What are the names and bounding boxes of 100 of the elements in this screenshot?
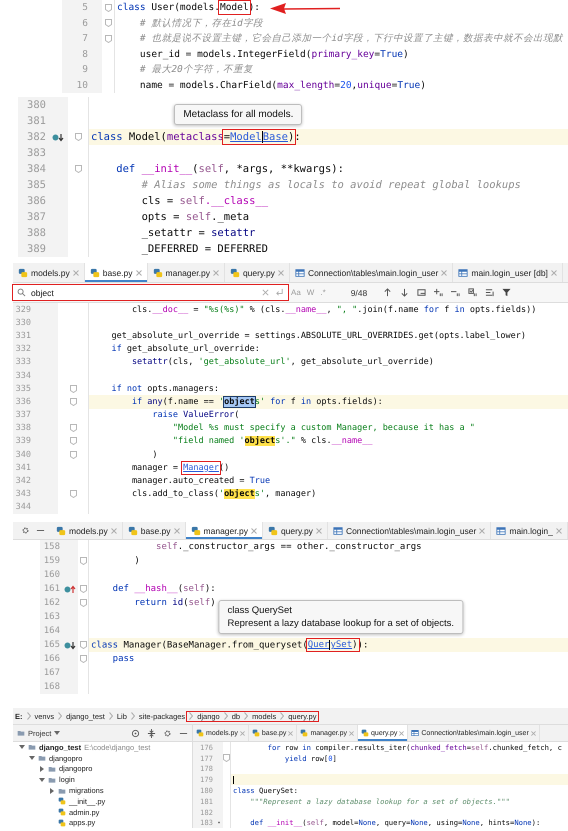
fold-icon[interactable] xyxy=(80,585,86,593)
search-field[interactable]: object xyxy=(31,288,256,298)
close-icon[interactable] xyxy=(174,528,180,534)
gear-icon[interactable] xyxy=(21,526,30,535)
collapsed-arrow-icon[interactable] xyxy=(39,766,45,772)
fold-icon[interactable] xyxy=(80,641,86,649)
fold-icon[interactable] xyxy=(70,490,76,498)
close-icon[interactable] xyxy=(479,528,486,534)
fold-icon[interactable] xyxy=(104,34,112,43)
file-tab[interactable]: Connection\tables\main.login_user xyxy=(328,522,492,539)
file-tab[interactable]: main.login_user [db] xyxy=(453,263,563,282)
close-icon[interactable] xyxy=(530,730,536,736)
close-icon[interactable] xyxy=(399,730,404,736)
expanded-arrow-icon[interactable] xyxy=(29,755,35,762)
overridden-icon[interactable] xyxy=(64,584,76,594)
fold-icon[interactable] xyxy=(80,599,86,607)
close-icon[interactable] xyxy=(288,730,294,736)
add-selection-icon[interactable] xyxy=(434,288,444,297)
code-line: name = models.CharField(max_length=20,unique=True) xyxy=(138,80,426,91)
close-icon[interactable] xyxy=(212,270,219,276)
code-line: manager = Manager() xyxy=(130,462,230,473)
line-number: 388 xyxy=(27,227,47,239)
close-icon[interactable] xyxy=(316,528,322,534)
line-number: 383 xyxy=(27,147,47,159)
chevron-icon xyxy=(244,712,248,720)
file-tab[interactable]: Connection\tables\main.login_user xyxy=(290,263,454,282)
file-tab[interactable]: manager.py xyxy=(148,263,225,282)
close-icon[interactable] xyxy=(550,270,557,276)
list-icon[interactable] xyxy=(485,288,494,297)
collapse-icon[interactable] xyxy=(147,728,156,738)
override-icon[interactable] xyxy=(64,640,76,650)
code-line: # 也就是说不设置主键，它会自己添加一个id字段，下行中设置了主键，数据表中就不会出现默 xyxy=(138,32,563,46)
close-icon[interactable] xyxy=(278,270,284,276)
fold-icon[interactable] xyxy=(104,4,112,12)
collapsed-arrow-icon[interactable] xyxy=(49,788,55,794)
remove-selection-icon[interactable] xyxy=(451,288,460,297)
close-icon[interactable] xyxy=(72,270,79,276)
gear-icon[interactable] xyxy=(163,728,172,738)
file-tab[interactable]: models.py xyxy=(13,263,85,282)
fold-icon[interactable] xyxy=(74,165,82,173)
code-line: cls.__doc__ = "%s(%s)" % (cls.__name__, ", ".join(f.name for f in opts.fields)) xyxy=(130,304,536,315)
close-icon[interactable] xyxy=(240,730,245,736)
fold-icon[interactable] xyxy=(70,437,76,446)
fold-icon[interactable] xyxy=(70,450,76,459)
filter-icon[interactable] xyxy=(502,288,512,297)
line-number: 166 xyxy=(44,654,61,664)
chevron-icon xyxy=(130,712,135,720)
file-tab[interactable]: base.py xyxy=(84,263,148,282)
python-file-icon xyxy=(300,729,308,737)
file-tab[interactable]: models.py xyxy=(51,522,123,539)
table-icon xyxy=(458,268,468,278)
fold-icon[interactable] xyxy=(104,19,112,28)
file-tab[interactable]: query.py xyxy=(224,263,290,282)
fold-icon[interactable] xyxy=(70,398,76,406)
file-tab[interactable]: query.py xyxy=(262,522,328,539)
fold-icon[interactable] xyxy=(223,754,230,762)
close-icon[interactable] xyxy=(110,528,117,534)
fold-icon[interactable] xyxy=(70,384,76,393)
fold-icon[interactable] xyxy=(74,133,82,141)
window-icon[interactable] xyxy=(417,288,426,297)
clear-icon[interactable] xyxy=(261,288,270,297)
line-number: 165 xyxy=(44,640,61,650)
python-file-icon xyxy=(128,526,138,536)
down-arrow-icon[interactable] xyxy=(400,288,410,297)
code-line: def __init__(self, *args, **kwargs): xyxy=(115,163,344,175)
search-box[interactable]: object xyxy=(13,285,288,300)
code-line: if not opts.managers: xyxy=(110,384,219,394)
code-line: "Model %s must specify a custom Manager, because it has a " xyxy=(172,423,475,434)
file-tab[interactable]: main.login_ xyxy=(491,522,568,539)
line-number: 5 xyxy=(82,2,89,14)
code-line: def __hash__(self): xyxy=(112,584,216,594)
target-icon[interactable] xyxy=(131,728,140,738)
line-number: 339 xyxy=(16,436,32,446)
close-icon[interactable] xyxy=(349,730,354,736)
close-icon[interactable] xyxy=(556,528,562,534)
close-icon[interactable] xyxy=(136,270,142,276)
line-number: 333 xyxy=(16,357,32,368)
override-icon[interactable] xyxy=(52,132,64,142)
line-number: 387 xyxy=(27,211,47,223)
code-line: _setattr = setattr xyxy=(140,227,256,239)
select-all-icon[interactable] xyxy=(468,288,478,297)
expanded-arrow-icon[interactable] xyxy=(19,744,25,750)
line-number: 10 xyxy=(76,80,89,91)
line-number: 329 xyxy=(16,304,32,315)
line-number: 160 xyxy=(44,570,61,580)
line-number: 338 xyxy=(16,423,32,434)
file-tab[interactable]: base.py xyxy=(122,522,186,539)
newline-icon[interactable] xyxy=(275,288,284,297)
expanded-arrow-icon[interactable] xyxy=(39,776,45,783)
up-arrow-icon[interactable] xyxy=(383,288,392,297)
close-icon[interactable] xyxy=(441,270,448,276)
fold-icon[interactable] xyxy=(80,557,86,565)
chevron-icon xyxy=(108,712,113,720)
file-tab[interactable]: manager.py xyxy=(186,522,263,539)
close-icon[interactable] xyxy=(250,528,257,534)
fold-icon[interactable] xyxy=(70,424,76,432)
chevron-icon xyxy=(280,712,284,720)
chevron-icon xyxy=(58,712,62,720)
fold-icon[interactable] xyxy=(80,655,86,663)
line-number: 159 xyxy=(44,556,61,566)
